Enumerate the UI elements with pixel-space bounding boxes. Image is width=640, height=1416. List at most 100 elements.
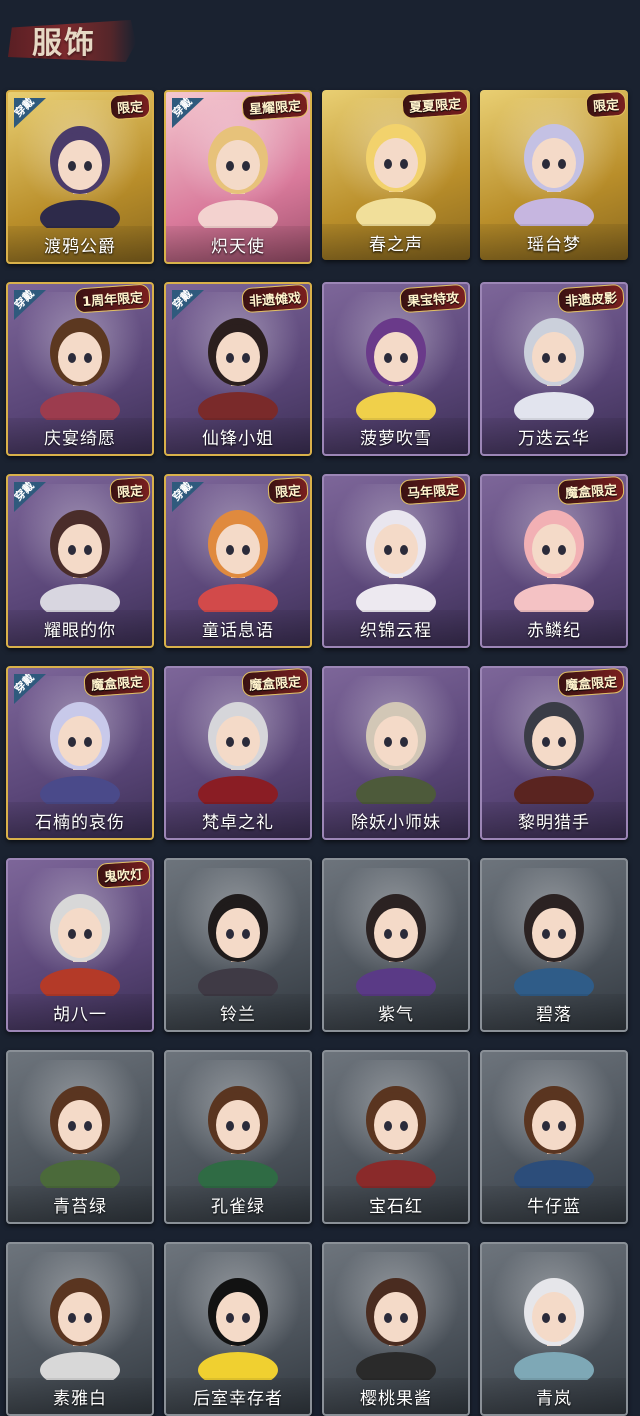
- costume-card[interactable]: 非遗皮影万迭云华: [480, 282, 628, 456]
- character-portrait: [192, 878, 284, 996]
- name-bar: 赤鳞纪: [482, 610, 626, 646]
- name-bar: 孔雀绿: [166, 1186, 310, 1222]
- costume-card[interactable]: 穿戴 限定 渡鸦公爵: [6, 90, 154, 264]
- name-bar: 织锦云程: [324, 610, 468, 646]
- limited-badge: 魔盒限定: [557, 476, 625, 506]
- character-portrait: [508, 1262, 600, 1380]
- costume-name: 樱桃果酱: [360, 1388, 432, 1409]
- name-bar: 宝石红: [324, 1186, 468, 1222]
- costume-name: 紫气: [378, 1004, 414, 1025]
- costume-card[interactable]: 限定瑶台梦: [480, 90, 628, 260]
- costume-card[interactable]: 紫气: [322, 858, 470, 1032]
- name-bar: 梵卓之礼: [166, 802, 310, 838]
- costume-card[interactable]: 魔盒限定黎明猎手: [480, 666, 628, 840]
- costume-card[interactable]: 铃兰: [164, 858, 312, 1032]
- costume-card[interactable]: 魔盒限定赤鳞纪: [480, 474, 628, 648]
- name-bar: 除妖小师妹: [324, 802, 468, 838]
- name-bar: 菠萝吹雪: [324, 418, 468, 454]
- limited-badge: 夏夏限定: [401, 90, 469, 120]
- character-portrait: [508, 494, 600, 612]
- limited-badge: 魔盒限定: [241, 668, 309, 698]
- character-portrait: [34, 1262, 126, 1380]
- name-bar: 樱桃果酱: [324, 1378, 468, 1414]
- costume-name: 碧落: [536, 1004, 572, 1025]
- costume-name: 万迭云华: [518, 428, 590, 449]
- name-bar: 耀眼的你: [8, 610, 152, 646]
- limited-badge: 星耀限定: [241, 92, 309, 122]
- costume-card[interactable]: 青苔绿: [6, 1050, 154, 1224]
- costume-name: 梵卓之礼: [202, 812, 274, 833]
- costume-name: 黎明猎手: [518, 812, 590, 833]
- costume-card[interactable]: 后室幸存者: [164, 1242, 312, 1416]
- limited-badge: 非遗皮影: [557, 284, 625, 314]
- costume-card[interactable]: 果宝特攻菠萝吹雪: [322, 282, 470, 456]
- name-bar: 青岚: [482, 1378, 626, 1414]
- name-bar: 万迭云华: [482, 418, 626, 454]
- costume-name: 赤鳞纪: [527, 620, 581, 641]
- costume-card[interactable]: 夏夏限定春之声: [322, 90, 470, 260]
- limited-badge: 鬼吹灯: [96, 860, 151, 889]
- character-portrait: [350, 108, 442, 226]
- costume-name: 宝石红: [369, 1196, 423, 1217]
- costume-card[interactable]: 牛仔蓝: [480, 1050, 628, 1224]
- character-portrait: [34, 878, 126, 996]
- name-bar: 炽天使: [166, 226, 310, 262]
- name-bar: 石楠的哀伤: [8, 802, 152, 838]
- costume-card[interactable]: 穿戴 星耀限定 炽天使: [164, 90, 312, 264]
- character-portrait: [34, 110, 126, 228]
- name-bar: 碧落: [482, 994, 626, 1030]
- costume-card[interactable]: 樱桃果酱: [322, 1242, 470, 1416]
- name-bar: 胡八一: [8, 994, 152, 1030]
- costume-name: 渡鸦公爵: [44, 236, 116, 257]
- name-bar: 春之声: [322, 224, 470, 260]
- costume-card[interactable]: 穿戴 魔盒限定 石楠的哀伤: [6, 666, 154, 840]
- costume-name: 胡八一: [53, 1004, 107, 1025]
- name-bar: 黎明猎手: [482, 802, 626, 838]
- limited-badge: 非遗傩戏: [241, 284, 309, 314]
- character-portrait: [34, 302, 126, 420]
- character-portrait: [350, 1262, 442, 1380]
- name-bar: 铃兰: [166, 994, 310, 1030]
- limited-badge: 限定: [585, 90, 627, 119]
- character-portrait: [350, 302, 442, 420]
- name-bar: 渡鸦公爵: [8, 226, 152, 262]
- limited-badge: 限定: [109, 476, 151, 505]
- character-portrait: [350, 878, 442, 996]
- limited-badge: 魔盒限定: [557, 668, 625, 698]
- costume-name: 春之声: [369, 234, 423, 255]
- limited-badge: 魔盒限定: [83, 668, 151, 698]
- costume-name: 织锦云程: [360, 620, 432, 641]
- character-portrait: [34, 686, 126, 804]
- character-portrait: [508, 108, 600, 226]
- character-portrait: [192, 1262, 284, 1380]
- costume-card[interactable]: 穿戴 1周年限定 庆宴绮愿: [6, 282, 154, 456]
- character-portrait: [350, 1070, 442, 1188]
- costume-name: 瑶台梦: [527, 234, 581, 255]
- costume-card[interactable]: 魔盒限定梵卓之礼: [164, 666, 312, 840]
- costume-card[interactable]: 素雅白: [6, 1242, 154, 1416]
- costume-name: 菠萝吹雪: [360, 428, 432, 449]
- character-portrait: [192, 302, 284, 420]
- costume-card[interactable]: 穿戴 限定 童话息语: [164, 474, 312, 648]
- costume-card[interactable]: 孔雀绿: [164, 1050, 312, 1224]
- costume-card[interactable]: 碧落: [480, 858, 628, 1032]
- costume-name: 青苔绿: [53, 1196, 107, 1217]
- costume-card[interactable]: 青岚: [480, 1242, 628, 1416]
- costume-name: 童话息语: [202, 620, 274, 641]
- costume-card[interactable]: 除妖小师妹: [322, 666, 470, 840]
- costume-card[interactable]: 鬼吹灯胡八一: [6, 858, 154, 1032]
- costume-card[interactable]: 马年限定 织锦云程: [322, 474, 470, 648]
- costume-grid: 穿戴 限定 渡鸦公爵 穿戴 星耀限定 炽天使 夏夏限定 春之声 限定 瑶台梦 穿戴 1周年限定 庆宴绮愿…: [6, 90, 636, 1416]
- character-portrait: [508, 686, 600, 804]
- costume-card[interactable]: 穿戴 非遗傩戏 仙锋小姐: [164, 282, 312, 456]
- costume-name: 青岚: [536, 1388, 572, 1409]
- limited-badge: 果宝特攻: [399, 284, 467, 314]
- costume-card[interactable]: 宝石红: [322, 1050, 470, 1224]
- name-bar: 仙锋小姐: [166, 418, 310, 454]
- name-bar: 童话息语: [166, 610, 310, 646]
- section-title: 服饰: [32, 26, 96, 61]
- name-bar: 青苔绿: [8, 1186, 152, 1222]
- costume-name: 仙锋小姐: [202, 428, 274, 449]
- costume-card[interactable]: 穿戴 限定 耀眼的你: [6, 474, 154, 648]
- limited-badge: 限定: [109, 92, 151, 121]
